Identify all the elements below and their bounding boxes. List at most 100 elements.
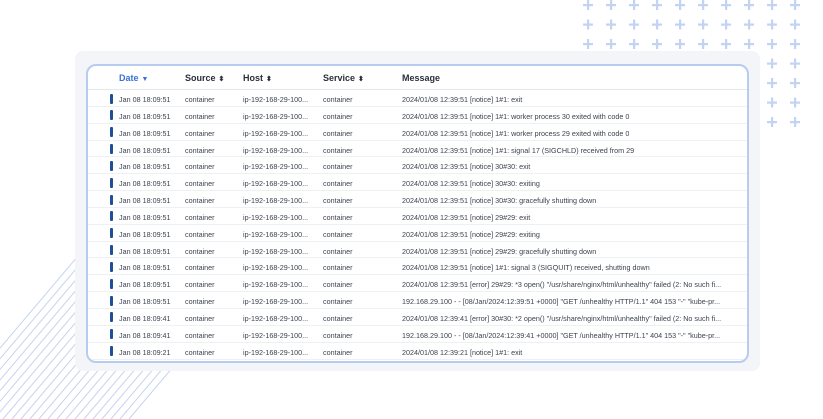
cell-host: ip-192-168-29-100... xyxy=(243,229,309,239)
cell-source: container xyxy=(185,313,215,323)
log-level-indicator xyxy=(110,144,113,155)
log-level-indicator xyxy=(110,295,113,306)
cell-service: container xyxy=(323,145,353,155)
cell-date: Jan 08 18:09:51 xyxy=(119,145,171,155)
column-header-service[interactable]: Service ⬍ xyxy=(323,73,364,83)
plus-mark xyxy=(698,0,708,10)
cell-date: Jan 08 18:09:51 xyxy=(119,179,171,189)
cell-message: 2024/01/08 12:39:51 [error] 29#29: *3 op… xyxy=(402,280,722,290)
cell-date: Jan 08 18:09:51 xyxy=(119,196,171,206)
table-row[interactable]: Jan 08 18:09:51 container ip-192-168-29-10… xyxy=(88,208,747,225)
table-row[interactable]: Jan 08 18:09:51 container ip-192-168-29-10… xyxy=(88,174,747,192)
cell-host: ip-192-168-29-100... xyxy=(243,128,309,138)
cell-host: ip-192-168-29-100... xyxy=(243,95,309,104)
plus-mark xyxy=(790,117,800,127)
plus-mark xyxy=(790,78,800,88)
cell-source: container xyxy=(185,263,215,273)
cell-service: container xyxy=(323,229,353,239)
cell-host: ip-192-168-29-100... xyxy=(243,280,309,290)
plus-mark xyxy=(790,58,800,69)
plus-mark xyxy=(606,39,616,49)
table-row[interactable]: Jan 08 18:09:51 container ip-192-168-29-10… xyxy=(88,107,747,124)
cell-message: 2024/01/08 12:39:51 [notice] 29#29: exit xyxy=(402,212,531,222)
plus-mark xyxy=(767,58,777,69)
cell-service: container xyxy=(323,347,353,357)
cell-host: ip-192-168-29-100... xyxy=(243,145,309,155)
cell-date: Jan 08 18:09:51 xyxy=(119,229,171,239)
log-level-indicator xyxy=(110,93,113,104)
table-row[interactable]: Jan 08 18:09:51 container ip-192-168-29-10… xyxy=(88,225,747,242)
cell-service: container xyxy=(323,263,353,273)
cell-message: 2024/01/08 12:39:51 [notice] 30#30: exit… xyxy=(402,179,540,189)
plus-mark xyxy=(767,19,777,30)
cell-source: container xyxy=(185,179,215,189)
column-header-host[interactable]: Host ⬍ xyxy=(243,73,272,83)
cell-message: 192.168.29.100 - - [08/Jan/2024:12:39:51… xyxy=(402,297,721,307)
cell-source: container xyxy=(185,128,215,138)
cell-host: ip-192-168-29-100... xyxy=(243,162,309,172)
plus-mark xyxy=(698,39,708,49)
cell-service: container xyxy=(323,179,353,189)
cell-message: 2024/01/08 12:39:21 [notice] 1#1: exit xyxy=(402,347,523,357)
cell-message: 2024/01/08 12:39:51 [notice] 1#1: worker… xyxy=(402,128,630,138)
plus-mark xyxy=(790,19,800,30)
cell-date: Jan 08 18:09:51 xyxy=(119,212,171,222)
plus-mark xyxy=(629,39,639,49)
cell-source: container xyxy=(185,95,215,104)
table-row[interactable]: Jan 08 18:09:51 container ip-192-168-29-10… xyxy=(88,90,747,107)
table-row[interactable]: Jan 08 18:09:51 container ip-192-168-29-10… xyxy=(88,242,747,259)
plus-mark xyxy=(721,19,731,30)
log-level-indicator xyxy=(110,278,113,289)
cell-date: Jan 08 18:09:51 xyxy=(119,111,171,121)
plus-mark xyxy=(606,19,616,30)
plus-mark xyxy=(744,19,754,30)
cell-host: ip-192-168-29-100... xyxy=(243,330,309,340)
plus-mark xyxy=(744,0,754,10)
cell-date: Jan 08 18:09:51 xyxy=(119,297,171,307)
log-level-indicator xyxy=(110,245,113,256)
log-level-indicator xyxy=(110,228,113,239)
table-row[interactable]: Jan 08 18:09:51 container ip-192-168-29-10… xyxy=(88,258,747,276)
cell-source: container xyxy=(185,229,215,239)
column-header-message: Message xyxy=(402,73,441,83)
table-row[interactable]: Jan 08 18:09:51 container ip-192-168-29-10… xyxy=(88,157,747,175)
cell-message: 2024/01/08 12:39:51 [notice] 1#1: exit xyxy=(402,95,523,104)
cell-date: Jan 08 18:09:41 xyxy=(119,330,171,340)
table-row[interactable]: Jan 08 18:09:41 container ip-192-168-29-10… xyxy=(88,309,747,326)
cell-source: container xyxy=(185,196,215,206)
log-level-indicator xyxy=(110,127,113,138)
log-level-indicator xyxy=(110,346,113,357)
cell-service: container xyxy=(323,246,353,256)
table-row[interactable]: Jan 08 18:09:51 container ip-192-168-29-10… xyxy=(88,292,747,309)
log-table-panel: Date ▼ Source ⬍ Host ⬍ Service ⬍ Message Jan… xyxy=(86,64,749,363)
cell-message: 2024/01/08 12:39:51 [notice] 29#29: exit… xyxy=(402,229,540,239)
cell-date: Jan 08 18:09:51 xyxy=(119,246,171,256)
table-row[interactable]: Jan 08 18:09:41 container ip-192-168-29-10… xyxy=(88,326,747,343)
cell-source: container xyxy=(185,330,215,340)
sort-icon: ⬍ xyxy=(266,76,272,83)
cell-service: container xyxy=(323,95,353,104)
plus-mark xyxy=(652,39,662,49)
cell-source: container xyxy=(185,297,215,307)
cell-source: container xyxy=(185,280,215,290)
plus-mark xyxy=(652,0,662,10)
cell-source: container xyxy=(185,246,215,256)
table-row[interactable]: Jan 08 18:09:21 container ip-192-168-29-10… xyxy=(88,343,747,360)
plus-mark xyxy=(583,0,593,10)
plus-mark xyxy=(721,39,731,49)
table-row[interactable]: Jan 08 18:09:51 container ip-192-168-29-10… xyxy=(88,275,747,293)
table-row[interactable]: Jan 08 18:09:51 container ip-192-168-29-10… xyxy=(88,141,747,158)
column-header-source[interactable]: Source ⬍ xyxy=(185,73,224,83)
cell-date: Jan 08 18:09:51 xyxy=(119,162,171,172)
cell-service: container xyxy=(323,128,353,138)
cell-date: Jan 08 18:09:51 xyxy=(119,128,171,138)
cell-host: ip-192-168-29-100... xyxy=(243,179,309,189)
cell-host: ip-192-168-29-100... xyxy=(243,263,309,273)
plus-mark xyxy=(629,19,639,30)
cell-service: container xyxy=(323,212,353,222)
cell-host: ip-192-168-29-100... xyxy=(243,212,309,222)
table-row[interactable]: Jan 08 18:09:51 container ip-192-168-29-10… xyxy=(88,124,747,141)
cell-host: ip-192-168-29-100... xyxy=(243,111,309,121)
column-header-date[interactable]: Date ▼ xyxy=(119,73,148,83)
table-row[interactable]: Jan 08 18:09:51 container ip-192-168-29-10… xyxy=(88,191,747,208)
